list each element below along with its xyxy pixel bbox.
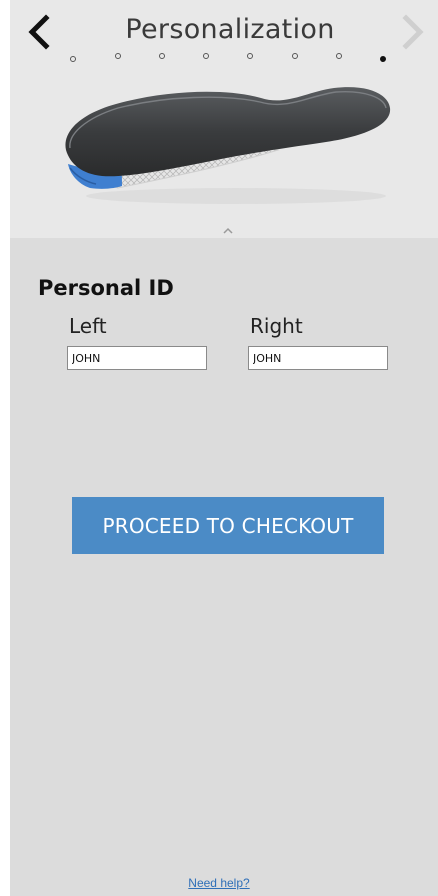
personal-id-title: Personal ID [38,276,174,300]
insole-image [65,87,391,204]
back-button[interactable] [24,12,58,52]
page-title: Personalization [125,14,335,45]
step-dot[interactable] [115,53,121,59]
collapse-button[interactable] [220,222,236,234]
step-dot[interactable] [70,56,76,62]
step-dot-active[interactable] [380,56,386,62]
step-dot[interactable] [247,53,253,59]
chevron-up-icon [223,227,233,234]
step-indicator [60,50,400,64]
step-dot[interactable] [292,53,298,59]
step-dot[interactable] [159,53,165,59]
chevron-left-icon [28,14,50,50]
right-label: Right [250,314,303,338]
step-dot[interactable] [336,53,342,59]
forward-button[interactable] [396,12,430,52]
left-label: Left [69,314,107,338]
proceed-to-checkout-button[interactable]: PROCEED TO CHECKOUT [72,497,384,554]
chevron-right-icon [402,14,424,50]
step-dot[interactable] [203,53,209,59]
right-id-input[interactable] [248,346,388,370]
need-help-link[interactable]: Need help? [0,876,438,890]
left-id-input[interactable] [67,346,207,370]
app-root: Personalization Personal ID Left Right J… [0,0,438,896]
